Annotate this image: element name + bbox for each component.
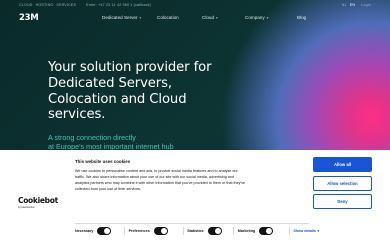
chevron-down-icon: ▾: [317, 228, 320, 233]
toggle-knob: [214, 227, 221, 234]
hero-title: Your solution provider for Dedicated Ser…: [48, 60, 308, 123]
cookiebot-logo[interactable]: Cookiebot by Usercentrics: [18, 196, 58, 209]
show-details-label: Show details: [293, 228, 316, 233]
cookiebot-by: by Usercentrics: [18, 205, 35, 209]
hero-subtitle-line: A strong connection directly: [48, 133, 136, 142]
marketing-toggle[interactable]: [259, 226, 274, 235]
language-switcher: NL EN: [342, 3, 355, 7]
topbar-contact[interactable]: Enter: +47 23 11 42 960 1 (callback): [86, 3, 151, 7]
main-navigation: 23M Dedicated Server ▾ Colocation Cloud …: [0, 9, 390, 26]
toggle-separator: [288, 226, 290, 235]
toggle-group-marketing: Marketing: [237, 226, 292, 235]
toggle-group-necessary: Necessary: [75, 226, 127, 235]
toggle-group-preferences: Preferences: [128, 226, 186, 235]
cookiebot-brand: Cookiebot: [18, 196, 58, 205]
preferences-toggle[interactable]: [153, 226, 168, 235]
topbar-link-services[interactable]: SERVICES: [56, 3, 76, 7]
deny-button[interactable]: Deny: [313, 194, 372, 209]
nav-item-label: Cloud: [202, 15, 215, 20]
show-details-link[interactable]: Show details ▾: [293, 229, 319, 233]
top-utility-bar: CLOUD HOSTING SERVICES Enter: +47 23 11 …: [0, 0, 390, 9]
toggle-separator: [233, 226, 234, 235]
cookie-banner-text: We use cookies to personalise content an…: [75, 168, 307, 192]
chevron-down-icon: ▾: [216, 15, 218, 20]
toggle-separator: [182, 226, 184, 235]
cookie-category-toggles: Necessary Preferences Statistics Marketi…: [75, 224, 375, 237]
topbar-right: NL EN Login: [342, 3, 371, 7]
statistics-toggle[interactable]: [207, 226, 222, 235]
language-en[interactable]: EN: [350, 3, 355, 7]
topbar-link-cloud[interactable]: CLOUD: [19, 3, 33, 7]
nav-items: Dedicated Server ▾ Colocation Cloud ▾ Co…: [102, 15, 306, 20]
nav-item-label: Company: [245, 15, 265, 20]
toggle-label-preferences: Preferences: [128, 228, 150, 233]
toggle-separator: [124, 226, 125, 235]
nav-item-label: Colocation: [157, 15, 179, 20]
allow-all-button[interactable]: Allow all: [313, 157, 372, 172]
cookie-consent-banner: Cookiebot by Usercentrics This website u…: [0, 150, 390, 240]
cookie-text-line: collected from your use of their service…: [75, 187, 141, 192]
hero-title-line: Colocation and Cloud: [48, 91, 187, 107]
hero-title-line: Your solution provider for: [48, 60, 212, 75]
allow-selection-button[interactable]: Allow selection: [313, 176, 372, 191]
toggle-label-necessary: Necessary: [75, 228, 94, 233]
hero-subtitle: A strong connection directly at Europe's…: [48, 133, 208, 151]
nav-item-blog[interactable]: Blog: [297, 15, 306, 20]
nav-item-dedicated-server[interactable]: Dedicated Server ▾: [102, 15, 157, 20]
language-nl[interactable]: NL: [342, 3, 347, 7]
nav-item-company[interactable]: Company ▾: [245, 15, 297, 20]
toggle-label-statistics: Statistics: [187, 228, 204, 233]
toggle-label-marketing: Marketing: [237, 228, 256, 233]
toggle-knob: [160, 227, 167, 234]
toggle-knob: [104, 227, 111, 234]
topbar-link-hosting[interactable]: HOSTING: [36, 3, 54, 7]
hero-title-line: services.: [48, 107, 106, 123]
chevron-down-icon: ▾: [266, 15, 269, 20]
nav-item-label: Blog: [297, 15, 307, 20]
nav-item-cloud[interactable]: Cloud ▾: [202, 15, 245, 20]
login-link[interactable]: Login: [361, 3, 371, 7]
cookie-banner-title: This website uses cookies: [75, 159, 131, 164]
site-logo[interactable]: 23M: [19, 13, 71, 23]
toggle-knob: [266, 227, 273, 234]
toggle-group-statistics: Statistics: [187, 226, 236, 235]
necessary-toggle[interactable]: [97, 226, 112, 235]
topbar-links: CLOUD HOSTING SERVICES: [19, 3, 76, 7]
hero-title-line: Dedicated Servers,: [48, 75, 172, 91]
nav-item-colocation[interactable]: Colocation: [157, 15, 202, 20]
chevron-down-icon: ▾: [139, 15, 142, 20]
nav-item-label: Dedicated Server: [102, 15, 138, 20]
